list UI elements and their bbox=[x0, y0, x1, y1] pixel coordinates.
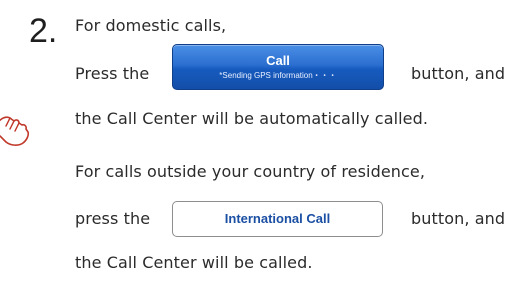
instruction-called: the Call Center will be called. bbox=[75, 253, 313, 272]
instruction-press-the: Press the bbox=[75, 64, 150, 83]
step-number: 2. bbox=[29, 12, 58, 50]
instruction-button-and: button, and bbox=[411, 64, 505, 83]
hand-pointer-icon bbox=[0, 116, 30, 146]
instruction-button-and-intl: button, and bbox=[411, 209, 505, 228]
instruction-line-domestic: For domestic calls, bbox=[75, 16, 227, 35]
international-call-button[interactable]: International Call bbox=[172, 201, 383, 237]
call-button-label: Call bbox=[266, 53, 290, 68]
instruction-auto-called: the Call Center will be automatically ca… bbox=[75, 109, 429, 128]
call-button[interactable]: Call *Sending GPS information・・・ bbox=[172, 44, 384, 90]
instruction-line-international: For calls outside your country of reside… bbox=[75, 162, 426, 181]
call-button-sublabel: *Sending GPS information・・・ bbox=[219, 71, 337, 80]
instruction-press-the-intl: press the bbox=[75, 209, 151, 228]
